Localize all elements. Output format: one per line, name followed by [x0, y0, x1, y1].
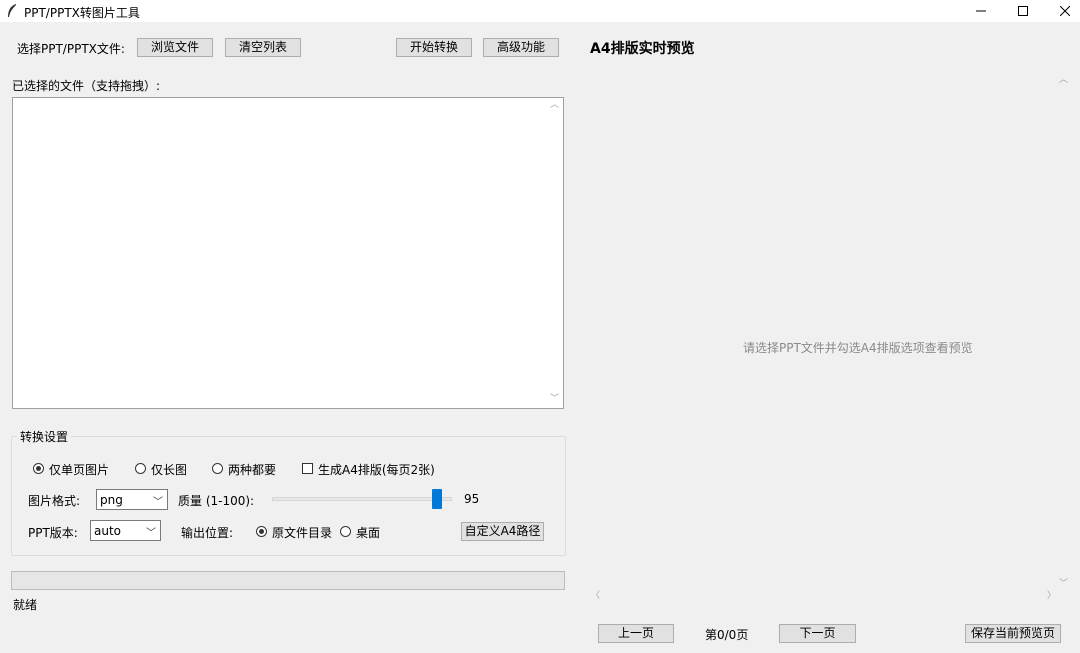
next-page-button[interactable]: 下一页 [779, 624, 856, 643]
maximize-button[interactable] [1000, 0, 1046, 22]
image-format-value: png [100, 493, 123, 507]
quality-label: 质量 (1-100): [178, 494, 255, 508]
radio-both[interactable] [212, 463, 223, 474]
custom-a4-path-button[interactable]: 自定义A4路径 [461, 522, 544, 541]
window-title: PPT/PPTX转图片工具 [24, 6, 140, 20]
radio-original-dir-label: 原文件目录 [272, 526, 333, 540]
title-bar: PPT/PPTX转图片工具 [0, 0, 1080, 22]
scroll-down-icon[interactable]: ﹀ [550, 395, 559, 404]
scroll-up-icon[interactable]: ︿ [550, 101, 559, 110]
radio-long-image-label: 仅长图 [151, 463, 188, 477]
file-list-label: 已选择的文件（支持拖拽）: [12, 79, 161, 93]
feather-icon [8, 4, 16, 17]
preview-canvas [575, 68, 1080, 594]
prev-page-button[interactable]: 上一页 [598, 624, 674, 643]
quality-slider-thumb[interactable] [432, 489, 442, 509]
preview-title: A4排版实时预览 [590, 41, 695, 57]
file-list-scrollbar[interactable]: ︿ ﹀ [547, 98, 563, 408]
file-listbox[interactable]: ︿ ﹀ [12, 97, 564, 409]
preview-vertical-scrollbar[interactable]: ︿ ﹀ [1056, 72, 1072, 589]
save-preview-page-button[interactable]: 保存当前预览页 [965, 624, 1061, 643]
scroll-right-icon[interactable]: 〉 [1047, 592, 1056, 601]
quality-value: 95 [464, 492, 480, 506]
a4-layout-checkbox[interactable] [302, 463, 313, 474]
a4-layout-checkbox-label: 生成A4排版(每页2张) [318, 463, 435, 477]
radio-original-dir[interactable] [256, 526, 267, 537]
minimize-icon [976, 10, 986, 12]
clear-list-button[interactable]: 清空列表 [225, 38, 301, 57]
scroll-down-icon[interactable]: ﹀ [1059, 580, 1068, 589]
browse-files-button[interactable]: 浏览文件 [137, 38, 213, 57]
settings-group-title: 转换设置 [17, 428, 72, 445]
radio-long-image[interactable] [135, 463, 146, 474]
radio-desktop-label: 桌面 [356, 526, 381, 540]
chevron-down-icon: ﹀ [146, 528, 156, 539]
chevron-down-icon: ﹀ [153, 497, 163, 508]
start-convert-button[interactable]: 开始转换 [396, 38, 472, 57]
scroll-left-icon[interactable]: 〈 [591, 592, 600, 601]
status-text: 就绪 [13, 598, 38, 612]
close-button[interactable] [1042, 0, 1080, 22]
page-indicator: 第0/0页 [705, 628, 749, 642]
ppt-version-value: auto [94, 524, 122, 538]
radio-single-page-label: 仅单页图片 [49, 463, 110, 477]
preview-placeholder: 请选择PPT文件并勾选A4排版选项查看预览 [743, 341, 973, 355]
radio-both-label: 两种都要 [228, 463, 277, 477]
select-file-label: 选择PPT/PPTX文件: [17, 42, 125, 56]
advanced-features-button[interactable]: 高级功能 [483, 38, 559, 57]
preview-horizontal-scrollbar[interactable]: 〈 〉 [588, 590, 1056, 604]
image-format-select[interactable]: png ﹀ [96, 489, 168, 510]
scroll-up-icon[interactable]: ︿ [1059, 76, 1068, 85]
close-icon [1060, 6, 1070, 16]
radio-single-page[interactable] [33, 463, 44, 474]
ppt-version-select[interactable]: auto ﹀ [90, 520, 161, 541]
progress-bar [11, 571, 565, 590]
maximize-icon [1018, 6, 1028, 16]
minimize-button[interactable] [958, 0, 1004, 22]
output-location-label: 输出位置: [181, 526, 234, 540]
quality-slider-track[interactable] [272, 497, 452, 501]
image-format-label: 图片格式: [28, 494, 81, 508]
ppt-version-label: PPT版本: [28, 526, 78, 540]
radio-desktop[interactable] [340, 526, 351, 537]
